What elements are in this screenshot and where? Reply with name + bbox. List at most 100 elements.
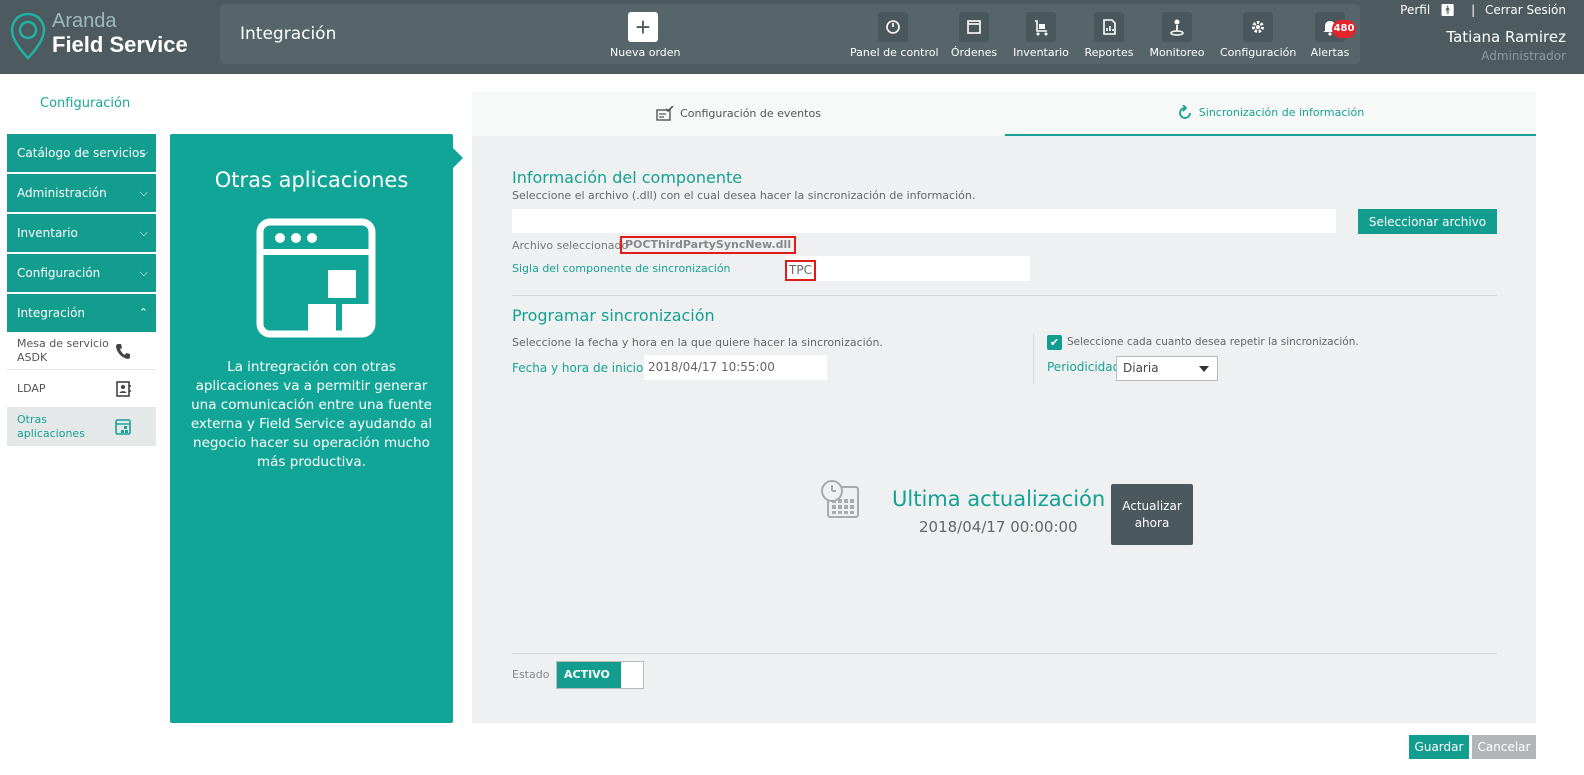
sidebar-subitem-ldap[interactable]: LDAP: [7, 370, 156, 408]
nav-dashboard[interactable]: Panel de control: [850, 12, 939, 64]
selected-file-name: POCThirdPartySyncNew.dll: [620, 236, 797, 254]
selected-file-label: Archivo seleccionado: [512, 239, 629, 252]
apps-window-icon: [256, 218, 376, 338]
sidebar: Catálogo de servicios ⌵ Administración ⌵…: [7, 134, 156, 446]
main-panel: Configuración de eventos Sincronización …: [472, 92, 1536, 723]
profile-links: Perfil 🚹︎ | Cerrar Sesión: [1400, 3, 1566, 17]
sidebar-subitem-label: Otras aplicaciones: [17, 412, 85, 440]
sidebar-item-label: Inventario: [17, 226, 78, 240]
status-label: Estado: [512, 668, 550, 681]
separator: |: [1471, 3, 1476, 17]
nav-label: Alertas: [1310, 46, 1350, 59]
nav-label: Configuración: [1220, 46, 1297, 59]
select-file-button[interactable]: Seleccionar archivo: [1358, 209, 1497, 234]
chevron-down-icon: ⌵: [139, 146, 148, 159]
sidebar-item-configuration[interactable]: Configuración ⌵: [7, 254, 156, 292]
nav-label: Panel de control: [850, 46, 939, 59]
nav-orders[interactable]: Órdenes: [948, 12, 1000, 64]
chevron-down-icon: ⌵: [139, 266, 148, 279]
nav-alerts[interactable]: 480 Alertas: [1306, 12, 1356, 64]
chevron-up-icon: ⌃: [138, 306, 148, 319]
sidebar-subitem-other-apps[interactable]: Otras aplicaciones: [7, 408, 156, 446]
chevron-down-icon: ⌵: [139, 226, 148, 239]
phone-icon: [116, 344, 130, 359]
top-bar: Aranda Field Service Integración + Nueva…: [0, 0, 1584, 74]
info-panel: Otras aplicaciones La intregración con o…: [170, 134, 453, 723]
period-selected-value: Diaria: [1123, 361, 1159, 375]
tab-bar: Configuración de eventos Sincronización …: [472, 92, 1536, 136]
last-update-title: Ultima actualización: [892, 487, 1106, 511]
tab-label: Configuración de eventos: [680, 107, 821, 120]
sidebar-item-catalog[interactable]: Catálogo de servicios ⌵: [7, 134, 156, 172]
update-now-label-line2: ahora: [1134, 516, 1170, 530]
new-order-button[interactable]: + Nueva orden: [610, 12, 681, 59]
sidebar-item-label: Configuración: [17, 266, 101, 280]
info-panel-pointer: [453, 148, 463, 168]
repeat-label: Seleccione cada cuanto desea repetir la …: [1067, 336, 1359, 348]
sync-icon: [1178, 105, 1191, 119]
nav-label: Reportes: [1084, 46, 1134, 59]
nav-label: Monitoreo: [1149, 46, 1205, 59]
nav-configuration[interactable]: Configuración: [1220, 12, 1296, 64]
period-label: Periodicidad: [1047, 360, 1121, 374]
repeat-checkbox[interactable]: ✔: [1047, 335, 1062, 350]
plus-icon: +: [628, 12, 658, 42]
update-now-label-line1: Actualizar: [1122, 499, 1182, 513]
sigla-value: TPC: [785, 260, 816, 281]
column-divider: [1033, 334, 1034, 384]
nav-reports[interactable]: Reportes: [1082, 12, 1136, 64]
brand-name-line2: Field Service: [52, 32, 188, 57]
brand-logo[interactable]: Aranda Field Service: [10, 10, 210, 60]
file-path-input[interactable]: [512, 209, 1336, 233]
section-divider: [512, 653, 1497, 654]
dashboard-icon: [877, 12, 908, 42]
section-divider: [512, 295, 1497, 296]
start-date-label: Fecha y hora de inicio: [512, 361, 644, 375]
calendar-clock-icon: [821, 480, 859, 518]
sidebar-subitem-asdk[interactable]: Mesa de servicio ASDK: [7, 332, 156, 370]
event-config-icon: [656, 106, 674, 121]
tab-event-configuration[interactable]: Configuración de eventos: [472, 92, 1005, 136]
last-update-date: 2018/04/17 00:00:00: [919, 518, 1078, 536]
new-order-label: Nueva orden: [610, 46, 681, 59]
reports-icon: [1094, 12, 1124, 42]
status-toggle[interactable]: ACTIVO: [556, 661, 644, 689]
inventory-icon: [1026, 12, 1056, 42]
sigla-label: Sigla del componente de sincronización: [512, 262, 731, 275]
start-date-input[interactable]: 2018/04/17 10:55:00: [644, 355, 827, 380]
sidebar-item-label: Integración: [17, 306, 86, 320]
apps-window-icon: [115, 419, 131, 435]
save-button[interactable]: Guardar: [1409, 735, 1469, 759]
sidebar-item-label: Administración: [17, 186, 107, 200]
component-section-title: Información del componente: [512, 168, 743, 187]
dropdown-caret-icon: [1199, 366, 1209, 372]
sidebar-item-administration[interactable]: Administración ⌵: [7, 174, 156, 212]
user-name: Tatiana Ramirez: [1446, 28, 1566, 46]
period-select[interactable]: Diaria: [1116, 356, 1218, 381]
sidebar-item-integration[interactable]: Integración ⌃: [7, 294, 156, 332]
sidebar-subitem-label: LDAP: [17, 381, 46, 395]
brand-name-line1: Aranda: [52, 10, 117, 32]
info-panel-title: Otras aplicaciones: [214, 168, 409, 192]
schedule-hint: Seleccione la fecha y hora en la que qui…: [512, 336, 883, 349]
alerts-count-badge: 480: [1332, 20, 1356, 38]
sidebar-subitem-label: Mesa de servicio ASDK: [17, 336, 109, 364]
header-panel: Integración + Nueva orden Panel de contr…: [220, 4, 1360, 64]
tab-sync-information[interactable]: Sincronización de información: [1005, 92, 1536, 136]
address-book-icon: [116, 381, 131, 397]
orders-icon: [959, 12, 989, 42]
nav-monitoring[interactable]: Monitoreo: [1148, 12, 1206, 64]
sigla-input[interactable]: [785, 256, 1030, 281]
sidebar-title: Configuración: [40, 96, 131, 111]
component-hint: Seleccione el archivo (.dll) con el cual…: [512, 189, 976, 202]
update-now-button[interactable]: Actualizar ahora: [1111, 484, 1193, 545]
sidebar-item-label: Catálogo de servicios: [17, 146, 146, 160]
cancel-button[interactable]: Cancelar: [1472, 735, 1536, 759]
profile-link[interactable]: Perfil: [1400, 3, 1430, 17]
schedule-section-title: Programar sincronización: [512, 306, 715, 325]
sidebar-item-inventory[interactable]: Inventario ⌵: [7, 214, 156, 252]
nav-label: Inventario: [1013, 46, 1069, 59]
nav-inventory[interactable]: Inventario: [1010, 12, 1072, 64]
nav-label: Órdenes: [950, 46, 998, 59]
logout-link[interactable]: Cerrar Sesión: [1485, 3, 1566, 17]
